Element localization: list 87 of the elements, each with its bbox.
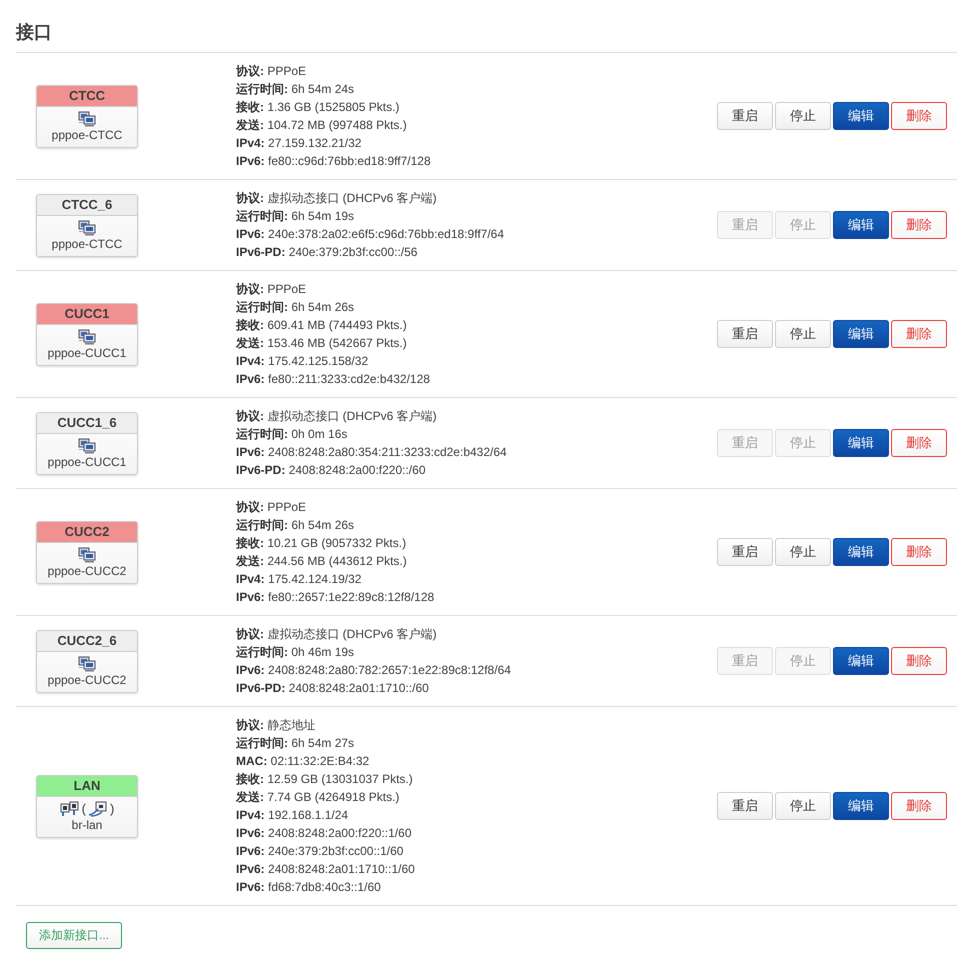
device-name: pppoe-CTCC xyxy=(50,236,124,252)
detail-line: 接收: 10.21 GB (9057332 Pkts.) xyxy=(236,535,408,552)
detail-line: IPv6: fe80::c96d:76bb:ed18:9ff7/128 xyxy=(236,153,432,170)
delete-button[interactable]: 删除 xyxy=(891,102,947,130)
detail-line: IPv6: fe80::2657:1e22:89c8:12f8/128 xyxy=(236,589,436,606)
delete-button[interactable]: 删除 xyxy=(891,792,947,820)
detail-line: IPv6: 2408:8248:2a80:354:211:3233:cd2e:b432/64 xyxy=(236,444,508,461)
detail-line: IPv6: 240e:378:2a02:e6f5:c96d:76bb:ed18:9ff7/64 xyxy=(236,226,506,243)
action-button[interactable]: 停止 xyxy=(775,102,831,130)
detail-line: 接收: 1.36 GB (1525805 Pkts.) xyxy=(236,99,400,116)
detail-line: IPv6: 2408:8248:2a00:f220::1/60 xyxy=(236,825,412,842)
action-button[interactable]: 停止 xyxy=(775,538,831,566)
delete-button[interactable]: 删除 xyxy=(891,211,947,239)
detail-line: 运行时间: 6h 54m 24s xyxy=(236,81,356,98)
detail-line: 运行时间: 6h 54m 19s xyxy=(236,208,356,225)
detail-line: IPv6: fe80::211:3233:cd2e:b432/128 xyxy=(236,371,431,388)
detail-line: IPv6: 240e:379:2b3f:cc00::1/60 xyxy=(236,843,404,860)
action-button[interactable]: 重启 xyxy=(717,538,773,566)
device-name: pppoe-CTCC xyxy=(50,126,124,144)
interface-name: CTCC xyxy=(37,86,137,106)
detail-line: IPv6: fd68:7db8:40c3::1/60 xyxy=(236,879,382,896)
wireless-icon xyxy=(88,800,108,816)
detail-line: IPv4: 175.42.125.158/32 xyxy=(236,353,370,370)
edit-button[interactable]: 编辑 xyxy=(833,429,889,457)
edit-button[interactable]: 编辑 xyxy=(833,792,889,820)
detail-line: 运行时间: 6h 54m 26s xyxy=(236,517,356,534)
detail-line: 运行时间: 6h 54m 27s xyxy=(236,735,356,752)
detail-line: IPv4: 192.168.1.1/24 xyxy=(236,807,350,824)
action-button[interactable]: 重启 xyxy=(717,792,773,820)
action-button[interactable]: 停止 xyxy=(775,792,831,820)
detail-line: IPv6-PD: 2408:8248:2a00:f220::/60 xyxy=(236,462,426,479)
detail-line: 运行时间: 0h 0m 16s xyxy=(236,426,348,443)
detail-line: IPv6: 2408:8248:2a01:1710::1/60 xyxy=(236,861,416,878)
delete-button[interactable]: 删除 xyxy=(891,647,947,675)
delete-button[interactable]: 删除 xyxy=(891,429,947,457)
detail-line: 接收: 12.59 GB (13031037 Pkts.) xyxy=(236,771,414,788)
detail-line: IPv4: 27.159.132.21/32 xyxy=(236,135,362,152)
edit-button[interactable]: 编辑 xyxy=(833,211,889,239)
action-button[interactable]: 停止 xyxy=(775,320,831,348)
detail-line: 发送: 153.46 MB (542667 Pkts.) xyxy=(236,335,408,352)
device-name: pppoe-CUCC1 xyxy=(46,344,128,362)
detail-line: IPv4: 175.42.124.19/32 xyxy=(236,571,362,588)
device-name: br-lan xyxy=(70,816,104,834)
interface-name: CTCC_6 xyxy=(37,194,137,216)
edit-button[interactable]: 编辑 xyxy=(833,102,889,130)
detail-line: 协议: 虚拟动态接口 (DHCPv6 客户端) xyxy=(236,626,438,643)
detail-line: IPv6: 2408:8248:2a80:782:2657:1e22:89c8:12f8/64 xyxy=(236,662,512,679)
detail-line: 协议: 虚拟动态接口 (DHCPv6 客户端) xyxy=(236,408,438,425)
device-name: pppoe-CUCC2 xyxy=(46,562,128,580)
detail-line: 协议: PPPoE xyxy=(236,281,308,298)
device-name: pppoe-CUCC2 xyxy=(46,672,128,688)
network-icon xyxy=(78,546,96,562)
detail-line: MAC: 02:11:32:2E:B4:32 xyxy=(236,753,370,770)
delete-button[interactable]: 删除 xyxy=(891,320,947,348)
bracket-text: ) xyxy=(110,800,114,816)
detail-line: IPv6-PD: 2408:8248:2a01:1710::/60 xyxy=(236,680,430,697)
network-icon xyxy=(78,220,96,236)
detail-line: 发送: 244.56 MB (443612 Pkts.) xyxy=(236,553,408,570)
detail-line: 运行时间: 0h 46m 19s xyxy=(236,644,356,661)
detail-line: IPv6-PD: 240e:379:2b3f:cc00::/56 xyxy=(236,244,418,261)
interface-name: CUCC2_6 xyxy=(37,630,137,652)
network-icon xyxy=(78,110,96,126)
detail-line: 运行时间: 6h 54m 26s xyxy=(236,299,356,316)
ethernet-ports-icon xyxy=(60,800,80,816)
detail-line: 协议: 虚拟动态接口 (DHCPv6 客户端) xyxy=(236,190,438,207)
network-icon xyxy=(78,656,96,672)
device-name: pppoe-CUCC1 xyxy=(46,454,128,470)
detail-line: 协议: PPPoE xyxy=(236,499,308,516)
edit-button[interactable]: 编辑 xyxy=(833,320,889,348)
edit-button[interactable]: 编辑 xyxy=(833,647,889,675)
detail-line: 发送: 7.74 GB (4264918 Pkts.) xyxy=(236,789,400,806)
delete-button[interactable]: 删除 xyxy=(891,538,947,566)
detail-line: 发送: 104.72 MB (997488 Pkts.) xyxy=(236,117,408,134)
interface-name: CUCC1_6 xyxy=(37,412,137,434)
action-button[interactable]: 重启 xyxy=(717,320,773,348)
bracket-text: ( xyxy=(82,800,86,816)
action-button[interactable]: 重启 xyxy=(717,102,773,130)
network-icon xyxy=(78,438,96,454)
network-icon xyxy=(78,328,96,344)
interface-name: LAN xyxy=(37,776,137,796)
interface-name: CUCC2 xyxy=(37,522,137,542)
detail-line: 协议: 静态地址 xyxy=(236,717,316,734)
detail-line: 协议: PPPoE xyxy=(236,63,308,80)
edit-button[interactable]: 编辑 xyxy=(833,538,889,566)
interface-name: CUCC1 xyxy=(37,304,137,324)
page-title: 接口 xyxy=(16,14,957,53)
detail-line: 接收: 609.41 MB (744493 Pkts.) xyxy=(236,317,408,334)
